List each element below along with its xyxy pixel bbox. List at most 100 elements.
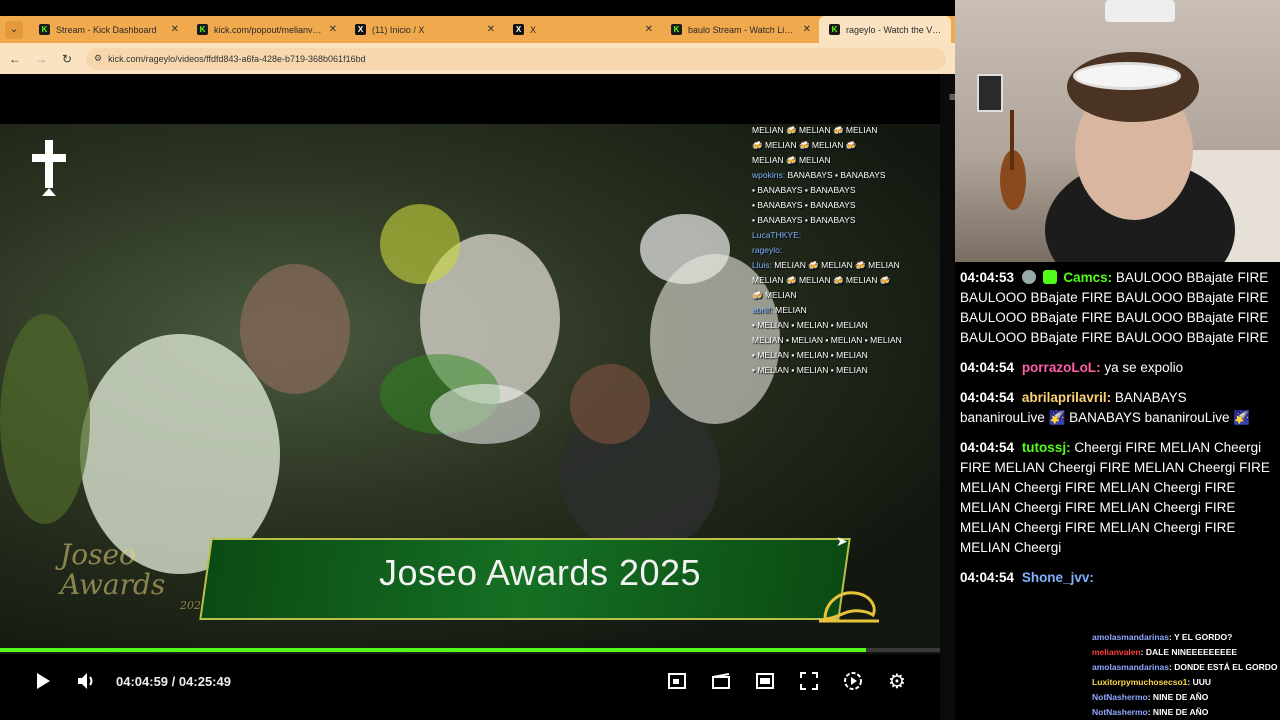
overlay-chat-line: 🍻 MELIAN — [752, 288, 937, 303]
clip-icon[interactable] — [710, 670, 732, 692]
webcam-feed — [955, 0, 1280, 262]
chat-username[interactable]: abrilaprilavril — [1022, 390, 1107, 405]
reload-icon[interactable]: ↻ — [56, 48, 78, 70]
overlay-chat-text: 🍻 MELIAN — [752, 290, 797, 300]
mini-chat-text: : UUU — [1187, 677, 1212, 687]
tab-label: X — [530, 24, 537, 35]
tab-search-chevron-icon[interactable]: ⌄ — [5, 20, 23, 39]
settings-gear-icon[interactable]: ⚙ — [886, 670, 908, 693]
browser-tab[interactable]: X X ✕ — [503, 16, 661, 43]
close-icon[interactable]: ✕ — [329, 24, 337, 35]
overlay-chat-username: LucaTHKYE: — [752, 230, 802, 240]
mini-chat-text: : NINE DE AÑO — [1147, 707, 1209, 717]
overlay-chat-text: MELIAN ▪ MELIAN ▪ MELIAN ▪ MELIAN — [752, 335, 902, 345]
play-icon[interactable] — [32, 670, 54, 692]
message-text: ya se expolio — [1104, 360, 1184, 375]
forward-arrow-icon[interactable]: → — [30, 48, 52, 70]
overlay-chat-username: Lluis: — [752, 260, 772, 270]
browser-tab[interactable]: X (11) Inicio / X ✕ — [345, 16, 503, 43]
address-bar[interactable]: ⚙ kick.com/rageylo/videos/ffdfd843-a6fa-… — [86, 47, 946, 70]
browser-tab[interactable]: K Stream - Kick Dashboard ✕ — [29, 16, 187, 43]
playback-speed-icon[interactable] — [842, 670, 864, 692]
video-progress-bar[interactable] — [0, 648, 940, 652]
overlay-chat-line: LucaTHKYE: — [752, 228, 937, 243]
overlay-chat-text: MELIAN 🍻 MELIAN — [752, 155, 831, 165]
sunglasses — [1073, 62, 1181, 90]
message-timestamp: 04:04:54 — [960, 360, 1015, 375]
green-badge-icon — [1042, 270, 1057, 284]
fullscreen-icon[interactable] — [798, 670, 820, 692]
overlay-chat-username: abrilf: — [752, 305, 773, 315]
x-icon: X — [355, 24, 366, 35]
chat-username[interactable]: tutossj — [1022, 440, 1066, 455]
page-edge — [940, 74, 955, 720]
overlay-chat-line: abrilf: MELIAN — [752, 303, 937, 318]
overlay-chat-text: BANABAYS ▪ BANABAYS — [785, 170, 886, 180]
tab-label: (11) Inicio / X — [372, 24, 425, 35]
overlay-chat-text: ▪ BANABAYS ▪ BANABAYS — [752, 215, 856, 225]
overlay-chat-text: ▪ MELIAN ▪ MELIAN ▪ MELIAN — [752, 365, 868, 375]
mini-chat-line: NotNashermo: NINE DE AÑO — [1092, 690, 1280, 705]
theater-mode-icon[interactable] — [754, 670, 776, 692]
overlay-chat-line: ▪ MELIAN ▪ MELIAN ▪ MELIAN — [752, 348, 937, 363]
close-icon[interactable]: ✕ — [803, 24, 811, 35]
overlay-chat-text: 🍻 MELIAN 🍻 MELIAN 🍻 — [752, 140, 857, 150]
kick-icon: K — [197, 24, 208, 35]
browser-tab[interactable]: K kick.com/popout/melianvalen/chat ✕ — [187, 16, 345, 43]
overlay-chat-line: 🍻 MELIAN 🍻 MELIAN 🍻 — [752, 138, 937, 153]
close-icon[interactable]: ✕ — [171, 24, 179, 35]
browser-window: ⌄ K Stream - Kick Dashboard ✕ K kick.com… — [0, 0, 955, 74]
x-icon: X — [513, 24, 524, 35]
sub-badge-icon — [1021, 270, 1036, 284]
close-icon[interactable]: ✕ — [487, 24, 495, 35]
close-icon[interactable]: ✕ — [645, 24, 653, 35]
tab-label: kick.com/popout/melianvalen/chat — [214, 24, 323, 35]
kick-icon: K — [829, 24, 840, 35]
tab-label: rageylo - Watch the VOD on Kick — [846, 24, 943, 35]
mini-chat-text: : NINE DE AÑO — [1147, 692, 1209, 702]
overlay-chat-line: rageylo: — [752, 243, 937, 258]
overlay-chat-text: MELIAN 🍻 MELIAN 🍻 MELIAN — [752, 125, 878, 135]
kick-icon: K — [671, 24, 682, 35]
mini-chat-overlay: amolasmandarinas: Y EL GORDO? melianvalen… — [1092, 630, 1280, 720]
overlay-chat-text: ▪ MELIAN ▪ MELIAN ▪ MELIAN — [752, 350, 868, 360]
volume-icon[interactable] — [76, 670, 98, 692]
overlay-chat-line: wpokins: BANABAYS ▪ BANABAYS — [752, 168, 937, 183]
browser-tab-active[interactable]: K rageylo - Watch the VOD on Kick — [819, 16, 951, 43]
overlay-chat-line: MELIAN 🍻 MELIAN — [752, 153, 937, 168]
message-text: Cheergi FIRE MELIAN Cheergi FIRE MELIAN … — [960, 440, 1270, 555]
overlay-chat-text: MELIAN 🍻 MELIAN 🍻 MELIAN — [771, 260, 900, 270]
mini-chat-username: amolasmandarinas — [1092, 632, 1170, 642]
mini-chat-line: melianvalen: DALE NINEEEEEEEEE — [1092, 645, 1280, 660]
miniplayer-icon[interactable] — [666, 670, 688, 692]
video-player[interactable]: MELIAN 🍻 MELIAN 🍻 MELIAN 🍻 MELIAN 🍻 MELIA… — [0, 74, 940, 720]
mini-chat-line: amolasmandarinas: DONDE ESTÁ EL GORDO — [1092, 660, 1280, 675]
browser-tab[interactable]: K baulo Stream - Watch Live on Kick ✕ — [661, 16, 819, 43]
chat-username[interactable]: Camcs — [1063, 270, 1107, 285]
overlay-chat-line: ▪ BANABAYS ▪ BANABAYS — [752, 198, 937, 213]
overlay-chat-text: MELIAN 🍻 MELIAN 🍻 MELIAN 🍻 — [752, 275, 891, 285]
message-timestamp: 04:04:54 — [960, 440, 1015, 455]
time-display: 04:04:59 / 04:25:49 — [116, 674, 231, 689]
browser-toolbar: ← → ↻ ⚙ kick.com/rageylo/videos/ffdfd843… — [0, 43, 955, 74]
overlay-chat-line: Lluis: MELIAN 🍻 MELIAN 🍻 MELIAN — [752, 258, 937, 273]
progress-fill — [0, 648, 867, 652]
chat-username[interactable]: Shone_jvv — [1022, 570, 1090, 585]
message-timestamp: 04:04:53 — [960, 270, 1015, 285]
tab-bar: ⌄ K Stream - Kick Dashboard ✕ K kick.com… — [0, 16, 955, 43]
mouse-cursor-icon: ➤ — [836, 533, 848, 549]
air-conditioner — [1105, 0, 1175, 22]
chat-username[interactable]: porrazoLoL — [1022, 360, 1096, 375]
message-timestamp: 04:04:54 — [960, 570, 1015, 585]
back-arrow-icon[interactable]: ← — [4, 48, 26, 70]
awards-watermark: Joseo Awards 2025 — [60, 538, 208, 612]
chat-message: 04:04:53 Camcs: BAULOOO BBajate FIRE BAU… — [960, 270, 1269, 345]
mini-chat-username: NotNashermo — [1092, 692, 1148, 702]
mini-chat-text: : DALE NINEEEEEEEEE — [1140, 647, 1238, 657]
mini-chat-line: Luxitorpymuchosecso1: UUU — [1092, 675, 1280, 690]
site-info-icon[interactable]: ⚙ — [94, 53, 102, 64]
mini-chat-line: amolasmandarinas: Y EL GORDO? — [1092, 630, 1280, 645]
chat-message: 04:04:54 tutossj: Cheergi FIRE MELIAN Ch… — [960, 440, 1270, 555]
mini-chat-username: melianvalen — [1092, 647, 1141, 657]
overlay-chat-line: MELIAN 🍻 MELIAN 🍻 MELIAN 🍻 — [752, 273, 937, 288]
